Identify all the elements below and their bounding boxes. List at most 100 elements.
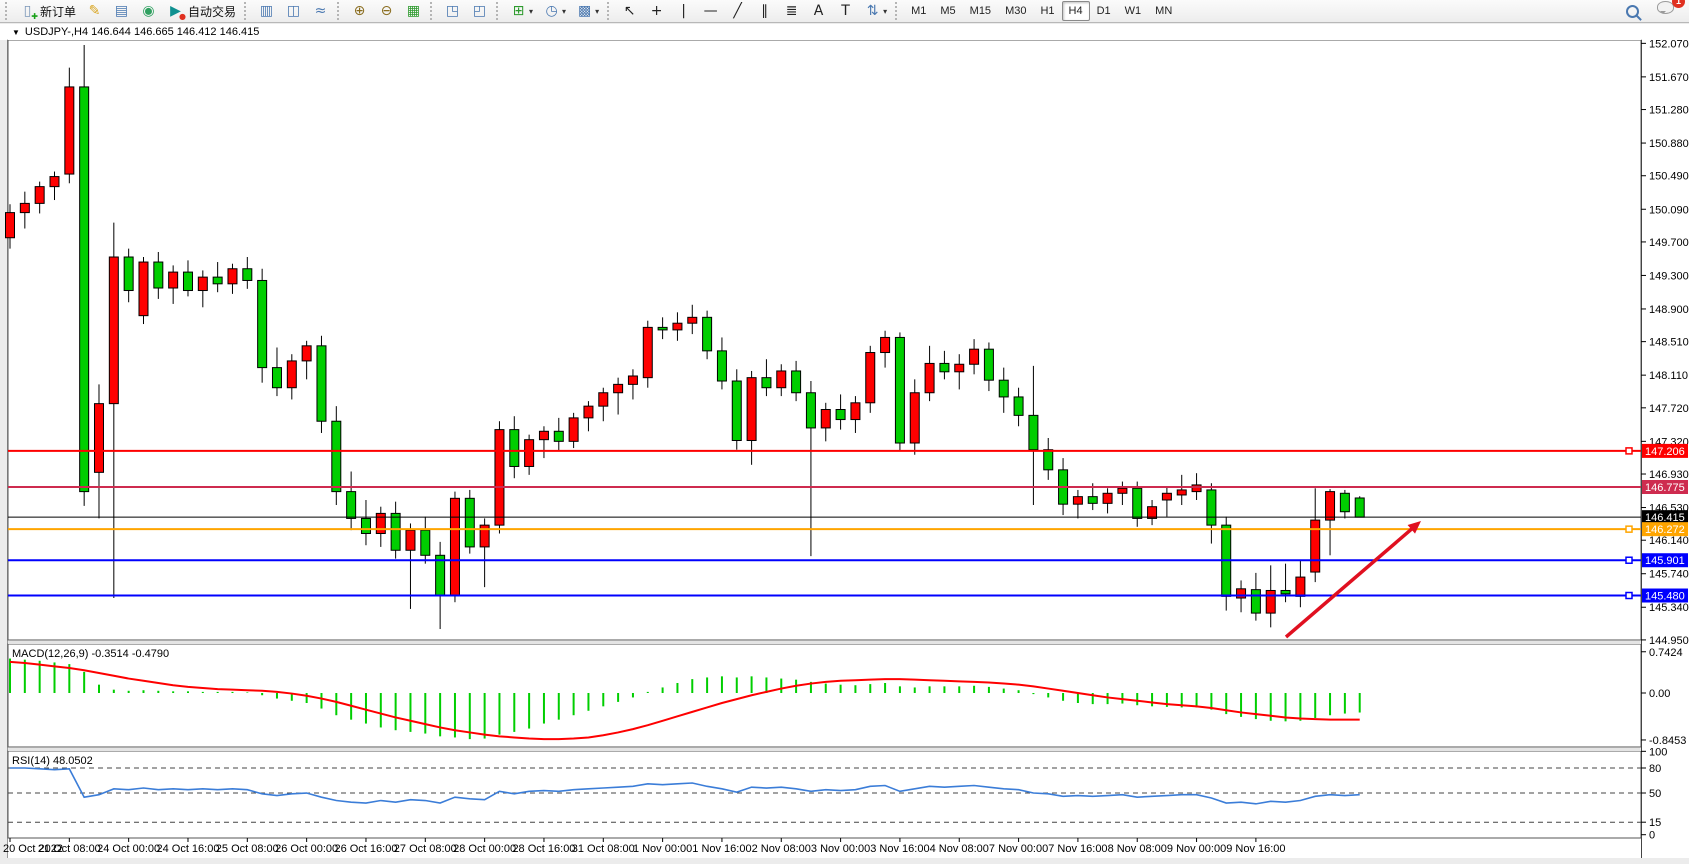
date-axis-label: 9 Nov 00:00 (1167, 843, 1226, 855)
date-axis-label: 24 Oct 16:00 (156, 843, 219, 855)
line-chart-icon: ≈ (312, 3, 329, 19)
autotrading-button[interactable]: ▶●自动交易 (162, 0, 241, 23)
date-axis-label: 7 Nov 16:00 (1048, 843, 1107, 855)
price-axis-label: 146.140 (1649, 535, 1689, 547)
price-axis-label: 151.670 (1649, 72, 1689, 84)
toolbar-drag-handle[interactable] (5, 2, 11, 20)
price-axis-label: 144.950 (1649, 635, 1689, 647)
toolbar-drag-handle[interactable] (430, 2, 436, 20)
bottom-strip (0, 858, 1689, 864)
tile-windows-icon: ▦ (405, 3, 422, 19)
price-axis-label: 151.280 (1649, 105, 1689, 117)
candle (1222, 517, 1231, 611)
fibonacci-button[interactable]: ≣ (778, 0, 805, 23)
timeframe-m15-button[interactable]: M15 (963, 1, 998, 21)
timeframe-d1-button[interactable]: D1 (1090, 1, 1118, 21)
price-axis-label: 146.930 (1649, 469, 1689, 481)
chart-title: USDJPY-,H4 146.644 146.665 146.412 146.4… (25, 26, 259, 38)
periods-button[interactable]: ◷▾ (538, 0, 571, 23)
date-axis-label: 1 Nov 16:00 (692, 843, 751, 855)
search-button[interactable] (1621, 0, 1644, 23)
arrows-button[interactable]: ⇅▾ (859, 0, 892, 23)
candlestick-button[interactable]: ◫ (280, 0, 307, 23)
date-axis-label: 31 Oct 08:00 (572, 843, 635, 855)
line-handle[interactable] (1626, 448, 1632, 454)
trendline-icon: ╱ (729, 3, 746, 19)
panel-separator[interactable] (8, 641, 1689, 644)
timeframe-h1-button[interactable]: H1 (1033, 1, 1061, 21)
timeframe-h4-button[interactable]: H4 (1062, 1, 1090, 21)
horizontal-line-button[interactable]: — (697, 0, 724, 23)
price-line-label: 146.775 (1645, 482, 1685, 494)
timeframe-m5-button[interactable]: M5 (933, 1, 962, 21)
vertical-line-button[interactable]: | (670, 0, 697, 23)
clock-icon: ◷ (543, 3, 560, 19)
new-order-button[interactable]: ▯✚新订单 (14, 0, 81, 23)
indicators-button[interactable]: ⊞▾ (505, 0, 538, 23)
autotrading-icon: ▶● (167, 3, 184, 19)
date-axis-label: 8 Nov 08:00 (1108, 843, 1167, 855)
toolbar-drag-handle[interactable] (337, 2, 343, 20)
toolbar-drag-handle[interactable] (244, 2, 250, 20)
macd-label: MACD(12,26,9) -0.3514 -0.4790 (12, 648, 169, 660)
notifications-button[interactable]: 1 (1652, 0, 1679, 23)
candle (139, 257, 148, 324)
rsi-axis-label: 100 (1649, 746, 1667, 758)
label-button[interactable]: T (832, 0, 859, 23)
metaeditor-button[interactable]: ▤ (108, 0, 135, 23)
line-handle[interactable] (1626, 526, 1632, 532)
zoom-in-button[interactable]: ⊕ (346, 0, 373, 23)
candle (317, 336, 326, 433)
rsi-axis-label: 80 (1649, 763, 1661, 775)
toolbar-drag-handle[interactable] (496, 2, 502, 20)
date-axis-label: 7 Nov 00:00 (989, 843, 1048, 855)
toolbar-drag-handle[interactable] (895, 2, 901, 20)
candle (1355, 496, 1364, 517)
candle (495, 421, 504, 533)
date-axis-label: 26 Oct 00:00 (275, 843, 338, 855)
timeframe-m30-button[interactable]: M30 (998, 1, 1033, 21)
date-axis-label: 3 Nov 00:00 (811, 843, 870, 855)
candle (465, 490, 474, 554)
timeframe-mn-button[interactable]: MN (1148, 1, 1179, 21)
line-chart-button[interactable]: ≈ (307, 0, 334, 23)
tile-windows-button[interactable]: ▦ (400, 0, 427, 23)
channel-button[interactable]: ∥ (751, 0, 778, 23)
auto-arrange-button[interactable]: ◳ (439, 0, 466, 23)
date-axis-label: 9 Nov 16:00 (1226, 843, 1285, 855)
price-axis-label: 150.880 (1649, 138, 1689, 150)
templates-button[interactable]: ▩▾ (571, 0, 604, 23)
timeframe-m1-button[interactable]: M1 (904, 1, 933, 21)
timeframe-w1-button[interactable]: W1 (1118, 1, 1149, 21)
autotrading-button-label: 自动交易 (188, 3, 236, 20)
line-handle[interactable] (1626, 593, 1632, 599)
price-axis-label: 152.070 (1649, 38, 1689, 50)
candle (643, 321, 652, 388)
toolbar-drag-handle[interactable] (607, 2, 613, 20)
bar-chart-button[interactable]: ▥ (253, 0, 280, 23)
line-handle[interactable] (1626, 557, 1632, 563)
community-button[interactable]: ◉ (135, 0, 162, 23)
panel-separator[interactable] (8, 748, 1689, 751)
date-axis-label: 2 Nov 08:00 (752, 843, 811, 855)
candle (80, 45, 89, 506)
bar-chart-icon: ▥ (258, 3, 275, 19)
rsi-axis-label: 15 (1649, 817, 1661, 829)
cursor-button[interactable]: ↖ (616, 0, 643, 23)
left-margin (0, 40, 8, 858)
highlighter-button[interactable]: ✎ (81, 0, 108, 23)
chart-shift-button[interactable]: ◰ (466, 0, 493, 23)
chart-canvas[interactable]: MACD(12,26,9) -0.3514 -0.4790 RSI(14) 48.… (0, 0, 1689, 864)
crosshair-button[interactable]: + (643, 0, 670, 23)
chevron-down-icon: ▾ (529, 7, 533, 16)
text-icon: A (810, 3, 827, 19)
rsi-label: RSI(14) 48.0502 (12, 755, 93, 767)
zoom-out-button[interactable]: ⊖ (373, 0, 400, 23)
text-button[interactable]: A (805, 0, 832, 23)
crosshair-icon: + (648, 3, 665, 19)
macd-axis-label: 0.00 (1649, 688, 1670, 700)
symbol-dropdown-caret[interactable]: ▼ (12, 28, 20, 37)
chart-shift-icon: ◰ (471, 3, 488, 19)
trendline-button[interactable]: ╱ (724, 0, 751, 23)
zoom-in-icon: ⊕ (351, 3, 368, 19)
